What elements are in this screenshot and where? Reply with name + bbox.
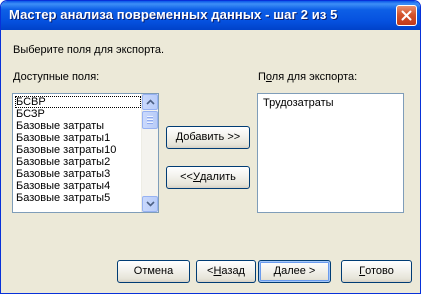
list-item[interactable]: Базовые затраты	[15, 120, 141, 132]
dialog-body: Выберите поля для экспорта. Доступные по…	[4, 30, 417, 289]
available-fields-items: БСВР БСЗР Базовые затраты Базовые затрат…	[15, 96, 141, 204]
available-fields-label: Доступные поля:	[13, 71, 100, 83]
remove-button[interactable]: << Удалить	[166, 166, 250, 189]
list-item[interactable]: Базовые затраты4	[15, 180, 141, 192]
close-button[interactable]	[396, 5, 417, 26]
scroll-down-button[interactable]	[142, 196, 158, 212]
wizard-dialog: Мастер анализа повременных данных - шаг …	[0, 0, 421, 294]
cancel-button[interactable]: Отмена	[117, 260, 190, 283]
available-fields-list[interactable]: БСВР БСЗР Базовые затраты Базовые затрат…	[12, 93, 159, 213]
back-button[interactable]: < Назад	[196, 260, 256, 283]
scrollbar-thumb[interactable]	[142, 111, 158, 129]
list-item[interactable]: БСЗР	[15, 108, 141, 120]
vertical-scrollbar[interactable]	[141, 94, 158, 212]
list-item[interactable]: Базовые затраты10	[15, 144, 141, 156]
title-bar[interactable]: Мастер анализа повременных данных - шаг …	[1, 1, 420, 30]
window-title: Мастер анализа повременных данных - шаг …	[9, 7, 338, 22]
list-item[interactable]: Базовые затраты2	[15, 156, 141, 168]
export-fields-label: Поля для экспорта:	[258, 71, 358, 83]
export-fields-list[interactable]: Трудозатраты	[257, 93, 404, 213]
list-item[interactable]: Базовые затраты3	[15, 168, 141, 180]
add-button[interactable]: Добавить >>	[166, 126, 250, 149]
next-button[interactable]: Далее >	[258, 260, 331, 283]
close-icon	[401, 10, 412, 21]
arrow-down-icon	[146, 201, 155, 207]
list-item[interactable]: Базовые затраты1	[15, 132, 141, 144]
list-item[interactable]: Базовые затраты5	[15, 192, 141, 204]
arrow-up-icon	[146, 99, 155, 105]
list-item[interactable]: БСВР	[15, 96, 141, 108]
instruction-text: Выберите поля для экспорта.	[13, 44, 165, 56]
list-item[interactable]: Трудозатраты	[262, 97, 388, 109]
scroll-up-button[interactable]	[142, 94, 158, 110]
finish-button[interactable]: Готово	[341, 260, 412, 283]
export-fields-items: Трудозатраты	[262, 97, 388, 109]
